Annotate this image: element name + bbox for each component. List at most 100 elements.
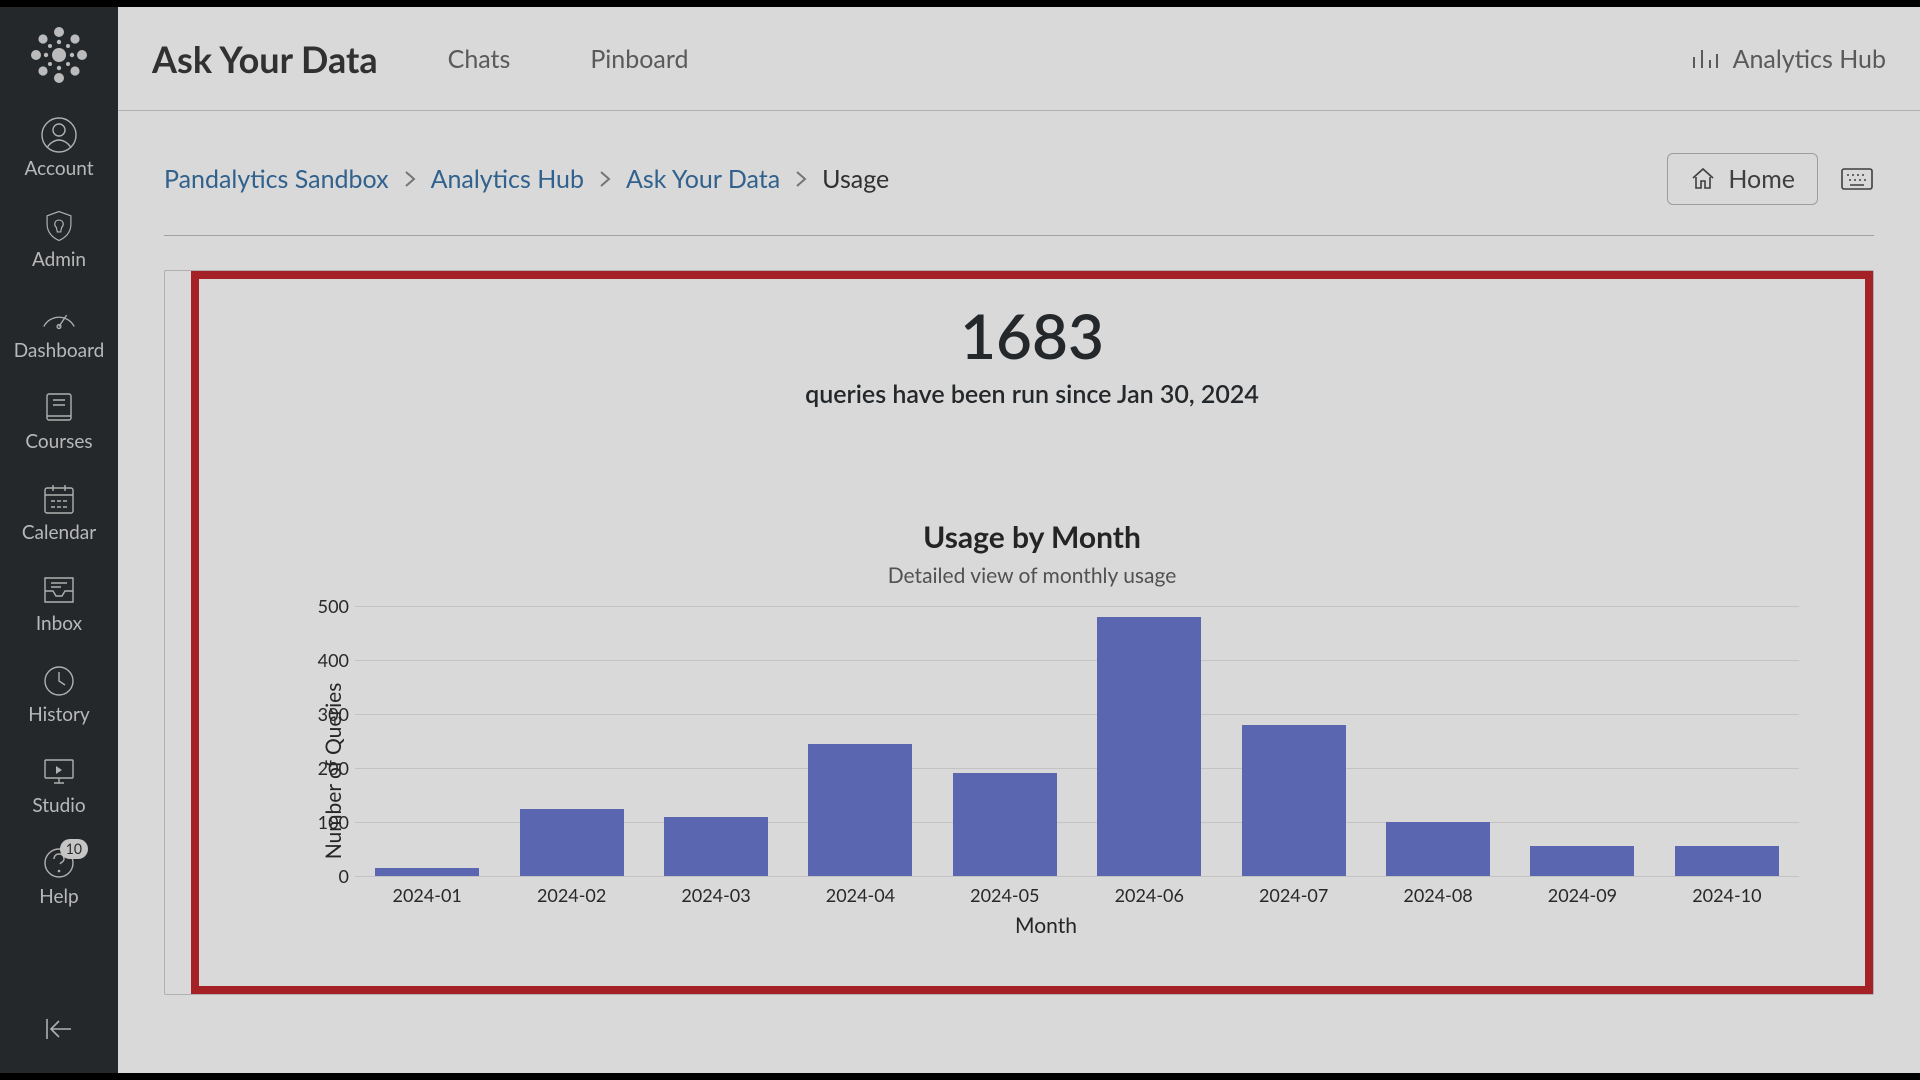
bar-slot bbox=[1366, 606, 1510, 876]
breadcrumb-actions: Home bbox=[1667, 153, 1874, 205]
x-labels: 2024-012024-022024-032024-042024-052024-… bbox=[355, 884, 1799, 906]
crumb-ask-your-data[interactable]: Ask Your Data bbox=[626, 164, 780, 194]
metric-value: 1683 bbox=[199, 299, 1865, 373]
x-tick-label: 2024-06 bbox=[1077, 884, 1221, 906]
y-tick-label: 500 bbox=[309, 595, 349, 617]
nav-label: Courses bbox=[25, 430, 92, 453]
home-button[interactable]: Home bbox=[1667, 153, 1818, 205]
y-tick-label: 100 bbox=[309, 811, 349, 833]
keyboard-shortcuts-button[interactable] bbox=[1840, 167, 1874, 191]
crumb-sandbox[interactable]: Pandalytics Sandbox bbox=[164, 164, 389, 194]
crumb-analytics-hub[interactable]: Analytics Hub bbox=[431, 164, 584, 194]
bar-chart-icon bbox=[1691, 47, 1719, 71]
bar[interactable] bbox=[375, 868, 479, 876]
nav-calendar[interactable]: Calendar bbox=[22, 479, 96, 544]
home-label: Home bbox=[1728, 164, 1795, 194]
bar-slot bbox=[933, 606, 1077, 876]
bar[interactable] bbox=[1530, 846, 1634, 876]
inbox-icon bbox=[41, 570, 77, 610]
bar[interactable] bbox=[1242, 725, 1346, 876]
nav-label: Dashboard bbox=[14, 339, 105, 362]
help-icon: 10 bbox=[42, 843, 76, 883]
chart-plot-area: Number of Queries 0100200300400500 2024-… bbox=[293, 606, 1799, 936]
top-tabs: Chats Pinboard bbox=[448, 44, 689, 74]
shield-icon bbox=[42, 206, 76, 246]
calendar-icon bbox=[42, 479, 76, 519]
bar-slot bbox=[1221, 606, 1365, 876]
bar[interactable] bbox=[808, 744, 912, 876]
y-tick-label: 300 bbox=[309, 703, 349, 725]
x-tick-label: 2024-08 bbox=[1366, 884, 1510, 906]
nav-label: Inbox bbox=[36, 612, 82, 635]
bar-slot bbox=[1077, 606, 1221, 876]
chevron-right-icon bbox=[794, 169, 808, 189]
nav-account[interactable]: Account bbox=[24, 115, 93, 180]
nav-studio[interactable]: Studio bbox=[32, 752, 85, 817]
bar-slot bbox=[1510, 606, 1654, 876]
gridline bbox=[355, 876, 1799, 877]
x-tick-label: 2024-04 bbox=[788, 884, 932, 906]
nav-dashboard[interactable]: Dashboard bbox=[14, 297, 105, 362]
bars bbox=[355, 606, 1799, 876]
x-tick-label: 2024-01 bbox=[355, 884, 499, 906]
clock-icon bbox=[42, 661, 76, 701]
breadcrumb: Pandalytics Sandbox Analytics Hub Ask Yo… bbox=[164, 164, 889, 194]
bar[interactable] bbox=[1675, 846, 1779, 876]
user-circle-icon bbox=[39, 115, 79, 155]
card-outer: 1683 queries have been run since Jan 30,… bbox=[164, 270, 1874, 995]
content: 1683 queries have been run since Jan 30,… bbox=[118, 236, 1920, 1029]
nav-label: Help bbox=[39, 885, 78, 908]
plot-area: 0100200300400500 bbox=[355, 606, 1799, 876]
main-area: Ask Your Data Chats Pinboard Analytics H… bbox=[118, 7, 1920, 1073]
x-tick-label: 2024-09 bbox=[1510, 884, 1654, 906]
x-tick-label: 2024-10 bbox=[1655, 884, 1799, 906]
chart-subtitle: Detailed view of monthly usage bbox=[235, 563, 1829, 588]
home-icon bbox=[1690, 166, 1716, 192]
bar[interactable] bbox=[1097, 617, 1201, 876]
collapse-sidebar-button[interactable] bbox=[41, 1015, 77, 1043]
tab-pinboard[interactable]: Pinboard bbox=[590, 44, 688, 74]
y-tick-label: 400 bbox=[309, 649, 349, 671]
global-nav-sidebar: Account Admin Dashboard Courses Calendar bbox=[0, 7, 118, 1073]
app-title: Ask Your Data bbox=[152, 37, 378, 81]
chart-title: Usage by Month bbox=[235, 519, 1829, 555]
x-tick-label: 2024-07 bbox=[1221, 884, 1365, 906]
tab-chats[interactable]: Chats bbox=[448, 44, 511, 74]
gauge-icon bbox=[40, 297, 78, 337]
chevron-right-icon bbox=[403, 169, 417, 189]
x-tick-label: 2024-03 bbox=[644, 884, 788, 906]
nav-admin[interactable]: Admin bbox=[32, 206, 86, 271]
x-tick-label: 2024-02 bbox=[499, 884, 643, 906]
analytics-hub-link[interactable]: Analytics Hub bbox=[1691, 44, 1886, 74]
nav-label: History bbox=[28, 703, 89, 726]
canvas-logo[interactable] bbox=[29, 25, 89, 85]
nav-label: Account bbox=[24, 157, 93, 180]
book-icon bbox=[43, 388, 75, 428]
nav-inbox[interactable]: Inbox bbox=[36, 570, 82, 635]
chart: Usage by Month Detailed view of monthly … bbox=[199, 519, 1865, 936]
nav-courses[interactable]: Courses bbox=[25, 388, 92, 453]
y-tick-label: 0 bbox=[309, 865, 349, 887]
y-tick-label: 200 bbox=[309, 757, 349, 779]
breadcrumb-row: Pandalytics Sandbox Analytics Hub Ask Yo… bbox=[118, 111, 1920, 205]
monitor-icon bbox=[41, 752, 77, 792]
highlighted-panel: 1683 queries have been run since Jan 30,… bbox=[191, 271, 1873, 994]
nav-history[interactable]: History bbox=[28, 661, 89, 726]
help-badge: 10 bbox=[60, 839, 88, 859]
nav-label: Admin bbox=[32, 248, 86, 271]
nav-help[interactable]: 10 Help bbox=[39, 843, 78, 908]
analytics-hub-label: Analytics Hub bbox=[1733, 44, 1886, 74]
bar[interactable] bbox=[520, 809, 624, 877]
bar-slot bbox=[355, 606, 499, 876]
bar[interactable] bbox=[664, 817, 768, 876]
bar-slot bbox=[1655, 606, 1799, 876]
bar[interactable] bbox=[953, 773, 1057, 876]
chevron-right-icon bbox=[598, 169, 612, 189]
nav-label: Studio bbox=[32, 794, 85, 817]
x-tick-label: 2024-05 bbox=[933, 884, 1077, 906]
crumb-current: Usage bbox=[822, 164, 889, 194]
app-frame: Account Admin Dashboard Courses Calendar bbox=[0, 7, 1920, 1073]
nav-label: Calendar bbox=[22, 521, 96, 544]
bar[interactable] bbox=[1386, 822, 1490, 876]
metric-subtitle: queries have been run since Jan 30, 2024 bbox=[199, 379, 1865, 409]
